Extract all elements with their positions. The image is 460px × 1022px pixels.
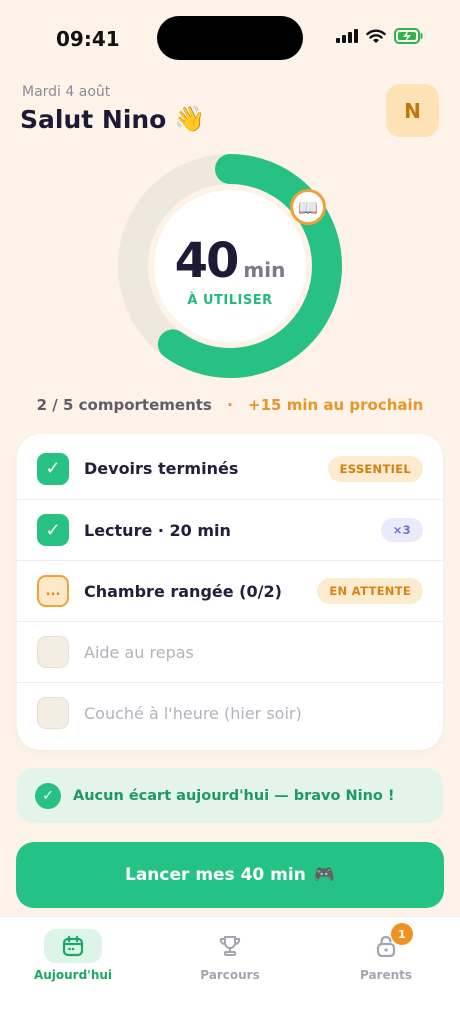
multiplier-badge: ×3 [380, 518, 423, 542]
minutes-value: 40 [174, 232, 240, 289]
behavior-row-bedtime[interactable]: Couché à l'heure (hier soir) [17, 682, 443, 743]
check-done-icon[interactable]: ✓ [37, 514, 69, 546]
minutes-row: 40 min [175, 233, 286, 289]
behavior-label: Lecture · 20 min [84, 520, 231, 540]
avatar[interactable]: N [386, 84, 439, 137]
empty-checkbox[interactable] [37, 697, 69, 729]
tab-journey[interactable]: Parcours [160, 929, 300, 982]
current-date: Mardi 4 août [22, 84, 111, 100]
check-circle-icon: ✓ [35, 782, 61, 809]
no-deviation-banner: ✓ Aucun écart aujourd'hui — bravo Nino ! [17, 768, 443, 823]
tab-label: Parents [359, 968, 413, 982]
timer-center: 40 min À UTILISER [154, 190, 306, 342]
tab-today[interactable]: Aujourd'hui [3, 929, 143, 982]
game-controller-icon: 🎮 [313, 865, 335, 885]
essential-badge: ESSENTIEL [327, 455, 423, 482]
notification-badge: 1 [391, 923, 413, 945]
behavior-label: Aide au repas [84, 642, 194, 662]
pending-badge: EN ATTENTE [317, 578, 423, 604]
behavior-label: Couché à l'heure (hier soir) [84, 703, 302, 723]
next-reward: +15 min au prochain [248, 396, 424, 414]
separator-dot: · [227, 396, 233, 414]
tab-label: Aujourd'hui [33, 968, 113, 982]
status-time: 09:41 [56, 27, 120, 51]
dynamic-island [157, 16, 303, 60]
pending-icon[interactable]: ... [37, 575, 69, 607]
tab-parents[interactable]: 1 Parents [316, 923, 456, 982]
behaviors-card: ✓ Devoirs terminés ESSENTIEL ✓ Lecture ·… [17, 434, 443, 750]
tab-label: Parcours [200, 968, 260, 982]
tab-bar: Aujourd'hui Parcours 1 Parents [0, 916, 460, 1022]
behavior-label: Devoirs terminés [84, 459, 239, 478]
minutes-unit: min [243, 257, 286, 282]
check-done-icon[interactable]: ✓ [37, 452, 69, 485]
minutes-caption: À UTILISER [187, 292, 273, 308]
tab-icon-container [44, 929, 102, 963]
tab-icon-container: 1 [357, 923, 415, 963]
tab-icon-container [201, 929, 259, 963]
calendar-icon [62, 935, 84, 957]
trophy-icon [219, 936, 241, 956]
behavior-count: 2 / 5 comportements [36, 396, 212, 414]
wifi-icon [366, 29, 386, 43]
book-icon: 📖 [290, 189, 326, 225]
greeting-title: Salut Nino 👋 [20, 104, 206, 134]
banner-text: Aucun écart aujourd'hui — bravo Nino ! [73, 787, 395, 804]
status-bar: 09:41 [0, 0, 460, 76]
behavior-label: Chambre rangée (0/2) [84, 581, 282, 601]
start-session-button[interactable]: Lancer mes 40 min 🎮 [16, 842, 444, 908]
behavior-row-meal[interactable]: Aide au repas [17, 621, 443, 682]
empty-checkbox[interactable] [37, 636, 69, 668]
cellular-signal-icon [336, 29, 358, 43]
behavior-row-homework[interactable]: ✓ Devoirs terminés ESSENTIEL [17, 438, 443, 499]
behavior-row-reading[interactable]: ✓ Lecture · 20 min ×3 [17, 499, 443, 560]
start-session-label: Lancer mes 40 min [125, 865, 306, 885]
behavior-progress-summary: 2 / 5 comportements · +15 min au prochai… [0, 396, 460, 414]
waving-hand-icon: 👋 [174, 104, 206, 133]
behavior-row-room[interactable]: ... Chambre rangée (0/2) EN ATTENTE [17, 560, 443, 621]
status-icons [336, 28, 424, 44]
greeting-text: Salut Nino [20, 104, 167, 134]
battery-charging-icon [394, 28, 423, 44]
